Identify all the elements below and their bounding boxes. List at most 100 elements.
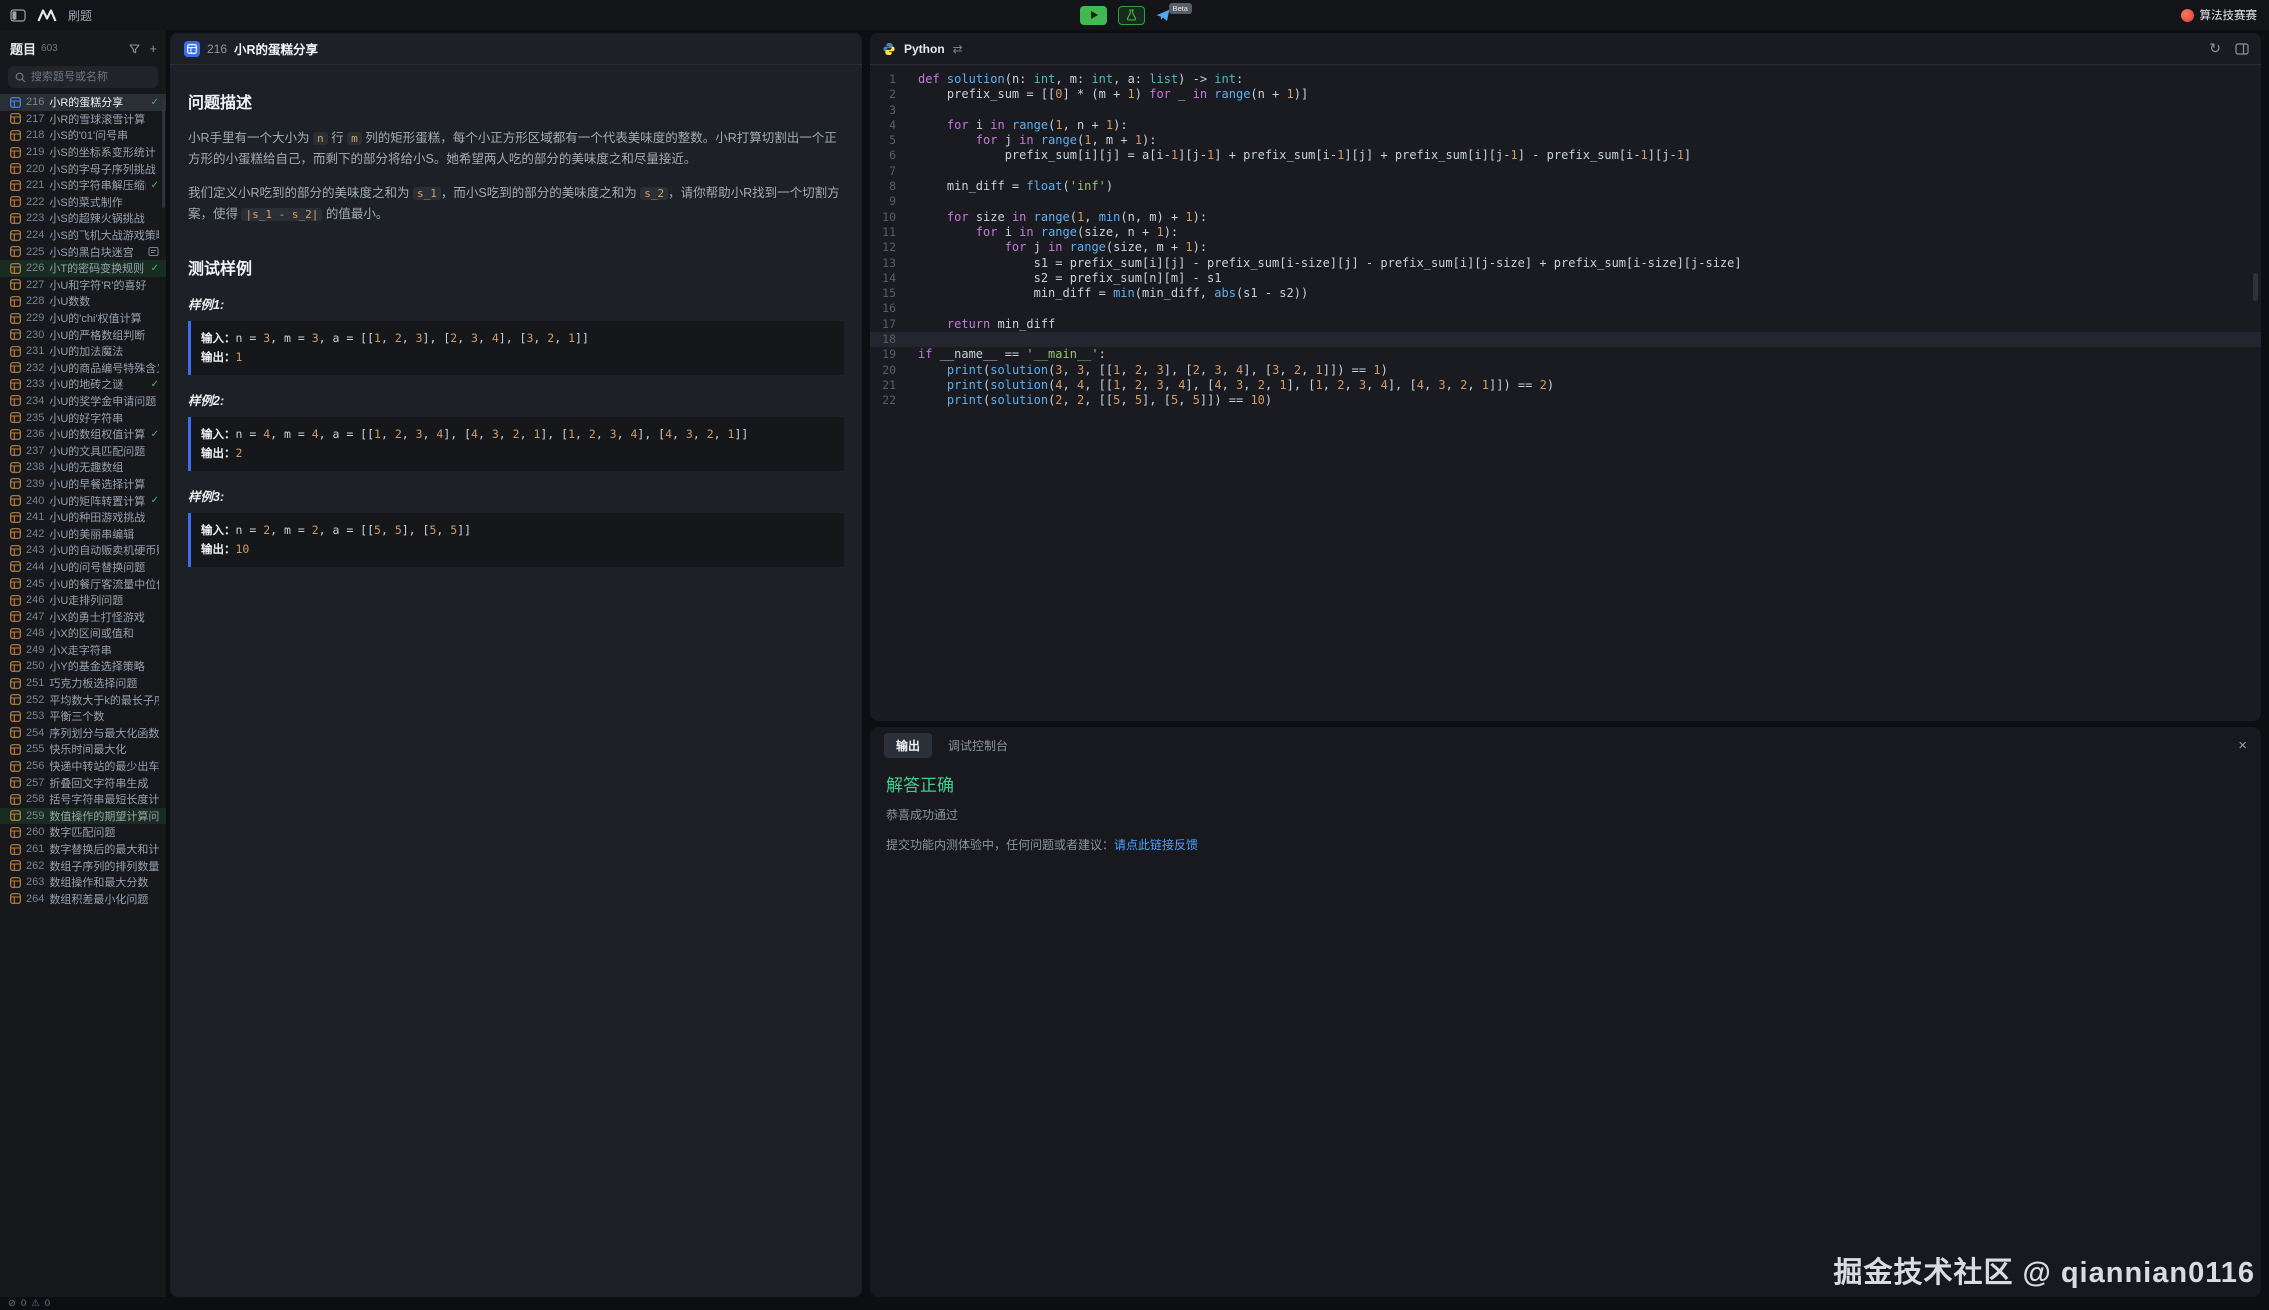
inline-code: m xyxy=(347,132,362,145)
problem-item-title: 小S的菜式制作 xyxy=(49,194,159,210)
problem-item-icon xyxy=(10,379,21,390)
code-area[interactable]: 1def solution(n: int, m: int, a: list) -… xyxy=(870,65,2261,721)
problem-list-item[interactable]: 247小X的勇士打怪游戏 xyxy=(0,608,166,625)
problem-list-item[interactable]: 246小U走排列问题 xyxy=(0,592,166,609)
code-line[interactable]: 1def solution(n: int, m: int, a: list) -… xyxy=(870,72,2261,87)
code-line[interactable]: 7 xyxy=(870,164,2261,179)
problem-icon xyxy=(184,41,200,57)
tab-debug-console[interactable]: 调试控制台 xyxy=(948,737,1008,754)
problem-list-item[interactable]: 258括号字符串最短长度计算 xyxy=(0,791,166,808)
code-line[interactable]: 10 for size in range(1, min(n, m) + 1): xyxy=(870,210,2261,225)
problem-list-item[interactable]: 241小U的种田游戏挑战 xyxy=(0,509,166,526)
editor-scrollbar[interactable] xyxy=(2253,273,2258,301)
problem-item-number: 232 xyxy=(26,362,44,374)
problem-list-item[interactable]: 227小U和字符'R'的喜好 xyxy=(0,277,166,294)
problem-item-icon xyxy=(10,346,21,357)
problem-list-item[interactable]: 222小S的菜式制作 xyxy=(0,194,166,211)
problem-list-item[interactable]: 231小U的加法魔法 xyxy=(0,343,166,360)
add-problem-button[interactable]: + xyxy=(149,42,157,55)
test-button[interactable] xyxy=(1118,6,1145,25)
problem-list-item[interactable]: 239小U的早餐选择计算 xyxy=(0,476,166,493)
problem-list-item[interactable]: 216小R的蛋糕分享✓ xyxy=(0,94,166,111)
code-line[interactable]: 15 min_diff = min(min_diff, abs(s1 - s2)… xyxy=(870,286,2261,301)
code-line[interactable]: 6 prefix_sum[i][j] = a[i-1][j-1] + prefi… xyxy=(870,148,2261,163)
problem-list-item[interactable]: 220小S的字母子序列挑战 xyxy=(0,160,166,177)
code-line[interactable]: 13 s1 = prefix_sum[i][j] - prefix_sum[i-… xyxy=(870,256,2261,271)
code-line[interactable]: 16 xyxy=(870,301,2261,316)
problem-list-item[interactable]: 260数字匹配问题 xyxy=(0,824,166,841)
feedback-link[interactable]: 请点此链接反馈 xyxy=(1114,838,1198,852)
app-logo[interactable] xyxy=(37,9,57,22)
code-line[interactable]: 21 print(solution(4, 4, [[1, 2, 3, 4], [… xyxy=(870,378,2261,393)
problem-list-item[interactable]: 250小Y的基金选择策略 xyxy=(0,658,166,675)
sidebar-scrollbar[interactable] xyxy=(162,98,165,208)
problem-list-item[interactable]: 242小U的美丽串编辑 xyxy=(0,525,166,542)
code-line[interactable]: 20 print(solution(3, 3, [[1, 2, 3], [2, … xyxy=(870,363,2261,378)
close-icon[interactable]: × xyxy=(2238,738,2247,753)
problem-item-title: 数字匹配问题 xyxy=(49,824,159,840)
run-button[interactable] xyxy=(1080,6,1107,25)
problem-list-item[interactable]: 217小R的雪球滚雪计算 xyxy=(0,111,166,128)
problem-list-item[interactable]: 230小U的严格数组判断 xyxy=(0,326,166,343)
problem-list-item[interactable]: 221小S的字符串解压缩问题✓ xyxy=(0,177,166,194)
problem-list-item[interactable]: 229小U的'chi'权值计算 xyxy=(0,310,166,327)
problem-list-item[interactable]: 253平衡三个数 xyxy=(0,708,166,725)
share-button[interactable]: Beta xyxy=(1156,9,1190,22)
language-switch-icon[interactable]: ⇄ xyxy=(953,42,963,56)
problem-list-item[interactable]: 256快递中转站的最少出车次数 xyxy=(0,758,166,775)
problem-item-number: 259 xyxy=(26,810,44,822)
problem-list-item[interactable]: 240小U的矩阵转置计算✓ xyxy=(0,492,166,509)
problem-list-item[interactable]: 218小S的'01'问号串 xyxy=(0,127,166,144)
problem-list-item[interactable]: 243小U的自动贩卖机硬币赚取… xyxy=(0,542,166,559)
problem-list-item[interactable]: 257折叠回文字符串生成 xyxy=(0,774,166,791)
code-line[interactable]: 3 xyxy=(870,103,2261,118)
problem-list-item[interactable]: 244小U的问号替换问题 xyxy=(0,559,166,576)
code-line[interactable]: 12 for j in range(size, m + 1): xyxy=(870,240,2261,255)
problem-list-item[interactable]: 228小U数数 xyxy=(0,293,166,310)
problem-list-item[interactable]: 237小U的文具匹配问题 xyxy=(0,442,166,459)
problem-list-item[interactable]: 238小U的无趣数组 xyxy=(0,459,166,476)
code-line[interactable]: 22 print(solution(2, 2, [[5, 5], [5, 5]]… xyxy=(870,393,2261,408)
problem-list-item[interactable]: 255快乐时间最大化 xyxy=(0,741,166,758)
problem-list-item[interactable]: 225小S的黑白块迷宫 xyxy=(0,243,166,260)
problem-list-item[interactable]: 261数字替换后的最大和计算 xyxy=(0,841,166,858)
search-input[interactable] xyxy=(31,71,151,83)
problem-list-item[interactable]: 264数组积差最小化问题 xyxy=(0,891,166,908)
split-view-icon[interactable] xyxy=(2235,43,2249,55)
code-line[interactable]: 2 prefix_sum = [[0] * (m + 1) for _ in r… xyxy=(870,87,2261,102)
problem-list-item[interactable]: 233小U的地砖之谜✓ xyxy=(0,376,166,393)
code-line[interactable]: 4 for i in range(1, n + 1): xyxy=(870,118,2261,133)
code-line[interactable]: 9 xyxy=(870,194,2261,209)
problem-list-item[interactable]: 235小U的好字符串 xyxy=(0,409,166,426)
code-line[interactable]: 5 for j in range(1, m + 1): xyxy=(870,133,2261,148)
problem-list-item[interactable]: 249小X走字符串 xyxy=(0,642,166,659)
problem-list-item[interactable]: 236小U的数组权值计算✓ xyxy=(0,426,166,443)
code-line[interactable]: 11 for i in range(size, n + 1): xyxy=(870,225,2261,240)
problem-list-item[interactable]: 226小T的密码变换规则✓ xyxy=(0,260,166,277)
problem-list-item[interactable]: 219小S的坐标系变形统计 xyxy=(0,144,166,161)
problem-list-item[interactable]: 259数值操作的期望计算问… xyxy=(0,808,166,825)
contest-banner[interactable]: 算法技赛赛 xyxy=(2181,7,2269,23)
tab-output[interactable]: 输出 xyxy=(884,733,932,758)
code-line[interactable]: 14 s2 = prefix_sum[n][m] - s1 xyxy=(870,271,2261,286)
problem-list-item[interactable]: 263数组操作和最大分数 xyxy=(0,874,166,891)
problem-list-item[interactable]: 252平均数大于k的最长子序列 xyxy=(0,691,166,708)
problem-list-item[interactable]: 251巧克力板选择问题 xyxy=(0,675,166,692)
problem-list-item[interactable]: 262数组子序列的排列数量 xyxy=(0,857,166,874)
problem-list-item[interactable]: 234小U的奖学金申请问题 xyxy=(0,393,166,410)
filter-icon[interactable] xyxy=(129,44,140,54)
code-line[interactable]: 18 xyxy=(870,332,2261,347)
search-box[interactable] xyxy=(8,66,158,88)
problem-list-item[interactable]: 224小S的飞机大战游戏策略 xyxy=(0,227,166,244)
problem-list-item[interactable]: 248小X的区间或值和 xyxy=(0,625,166,642)
top-bar: 刷题 Beta 算法技赛赛 xyxy=(0,0,2269,30)
problem-list-item[interactable]: 223小S的超辣火锅挑战 xyxy=(0,210,166,227)
problem-list-item[interactable]: 254序列划分与最大化函数值 xyxy=(0,725,166,742)
code-line[interactable]: 17 return min_diff xyxy=(870,317,2261,332)
reset-code-icon[interactable]: ↻ xyxy=(2209,40,2221,57)
problem-list-item[interactable]: 232小U的商品编号特殊含义统… xyxy=(0,360,166,377)
sidebar-toggle-icon[interactable] xyxy=(10,9,26,22)
code-line[interactable]: 8 min_diff = float('inf') xyxy=(870,179,2261,194)
problem-list-item[interactable]: 245小U的餐厅客流量中位值计… xyxy=(0,575,166,592)
code-line[interactable]: 19if __name__ == '__main__': xyxy=(870,347,2261,362)
